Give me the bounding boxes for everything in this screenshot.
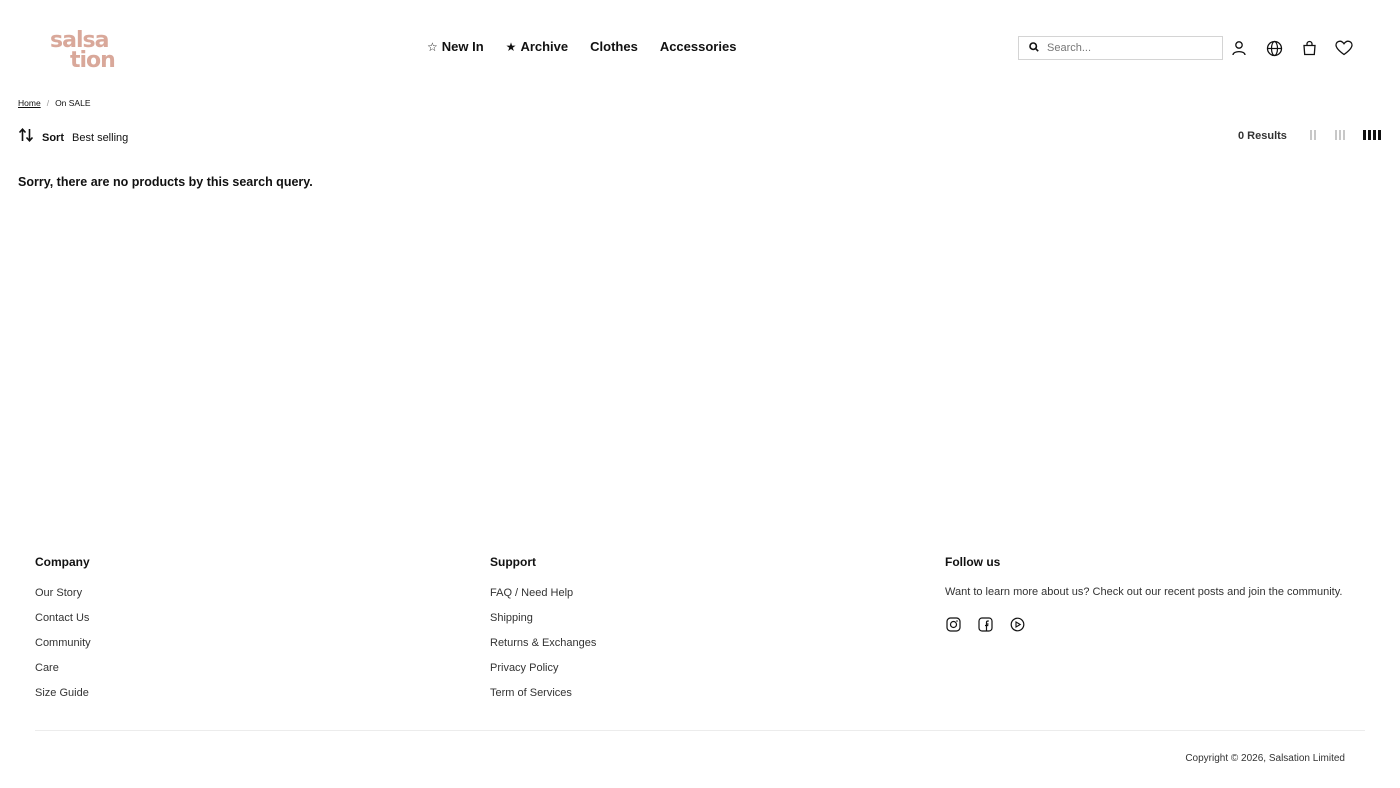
results-count: 0 Results	[1238, 130, 1287, 142]
nav-clothes[interactable]: Clothes	[590, 39, 638, 54]
bag-icon[interactable]	[1299, 38, 1319, 58]
youtube-icon[interactable]	[1009, 616, 1025, 632]
search-icon[interactable]	[1029, 39, 1039, 57]
collection-toolbar: Sort Best selling 0 Results	[18, 128, 1381, 147]
brand-logo[interactable]: salsa tion	[48, 26, 124, 70]
breadcrumb: Home / On SALE	[18, 98, 91, 108]
facebook-icon[interactable]	[977, 616, 993, 632]
footer-company-title: Company	[35, 555, 90, 569]
site-header: salsa tion ☆ New In ★ Archive Clothes Ac…	[0, 0, 1400, 96]
copyright-text: Copyright © 2026, Salsation Limited	[1185, 753, 1345, 764]
breadcrumb-home-link[interactable]: Home	[18, 98, 41, 108]
globe-icon[interactable]	[1264, 38, 1284, 58]
search-input[interactable]	[1047, 42, 1207, 54]
sort-arrows-icon	[18, 128, 34, 147]
nav-accessories[interactable]: Accessories	[660, 39, 737, 54]
empty-results-message: Sorry, there are no products by this sea…	[18, 175, 313, 189]
footer-company-column: Company Our Story Contact Us Community C…	[35, 555, 91, 711]
footer-link[interactable]: Term of Services	[490, 686, 596, 711]
footer-follow-text: Want to learn more about us? Check out o…	[945, 586, 1343, 598]
footer-support-column: Support FAQ / Need Help Shipping Returns…	[490, 555, 596, 711]
footer-link[interactable]: Contact Us	[35, 611, 91, 636]
sort-label: Sort	[42, 131, 64, 144]
grid-2-columns-button[interactable]	[1310, 130, 1316, 142]
nav-clothes-label: Clothes	[590, 39, 638, 54]
footer-link[interactable]: Our Story	[35, 586, 91, 611]
footer-link[interactable]: Returns & Exchanges	[490, 636, 596, 661]
footer-follow-column: Follow us Want to learn more about us? C…	[945, 555, 1342, 632]
footer-link[interactable]: Shipping	[490, 611, 596, 636]
nav-accessories-label: Accessories	[659, 39, 737, 54]
footer-link[interactable]: FAQ / Need Help	[490, 586, 596, 611]
instagram-icon[interactable]	[945, 616, 961, 632]
footer-link[interactable]: Community	[35, 636, 91, 661]
star-outline-icon: ☆	[427, 39, 438, 54]
grid-4-columns-button[interactable]	[1363, 130, 1381, 142]
nav-new-in-label: New In	[441, 39, 484, 54]
search-box	[1018, 36, 1223, 60]
footer-support-title: Support	[490, 555, 536, 569]
nav-new-in[interactable]: ☆ New In	[427, 39, 484, 54]
nav-archive-label: Archive	[520, 39, 569, 54]
breadcrumb-separator: /	[46, 98, 50, 108]
svg-text:tion: tion	[70, 48, 115, 70]
social-links	[945, 616, 1342, 632]
footer-divider	[35, 730, 1365, 731]
main-nav: ☆ New In ★ Archive Clothes Accessories	[427, 39, 736, 54]
grid-3-columns-button[interactable]	[1335, 130, 1345, 142]
sort-button[interactable]: Sort Best selling	[18, 128, 128, 147]
account-icon[interactable]	[1229, 38, 1249, 58]
sort-value: Best selling	[72, 131, 129, 144]
footer-link[interactable]: Privacy Policy	[490, 661, 596, 686]
footer-link[interactable]: Care	[35, 661, 91, 686]
breadcrumb-current: On SALE	[55, 98, 91, 108]
heart-icon[interactable]	[1334, 38, 1354, 58]
footer-link[interactable]: Size Guide	[35, 686, 91, 711]
nav-archive[interactable]: ★ Archive	[506, 39, 568, 54]
footer-follow-title: Follow us	[945, 555, 1001, 569]
star-filled-icon: ★	[505, 39, 517, 54]
